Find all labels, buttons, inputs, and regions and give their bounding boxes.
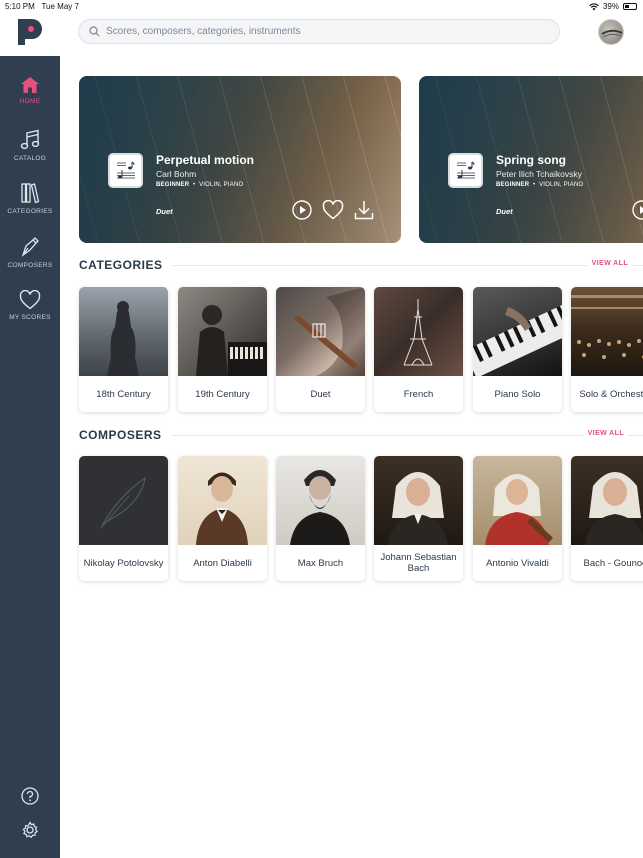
books-icon bbox=[21, 183, 40, 204]
category-image bbox=[178, 287, 267, 376]
score-composer: Peter Ilich Tchaikovsky bbox=[496, 169, 582, 179]
composer-portrait bbox=[473, 456, 562, 545]
category-name: Duet bbox=[310, 388, 331, 400]
battery-percent: 39% bbox=[602, 2, 619, 11]
heart-icon[interactable] bbox=[322, 200, 344, 220]
sidebar-item-categories[interactable]: CATEGORIES bbox=[0, 182, 60, 215]
play-icon[interactable] bbox=[632, 200, 643, 220]
score-thumbnail bbox=[108, 153, 143, 188]
sidebar-item-label: MY SCORES bbox=[9, 314, 51, 321]
composer-card[interactable]: Bach - Gounod bbox=[571, 456, 643, 581]
category-card[interactable]: Solo & Orchestra bbox=[571, 287, 643, 412]
composers-heading: COMPOSERS bbox=[79, 428, 172, 442]
category-card[interactable]: French bbox=[374, 287, 463, 412]
play-icon[interactable] bbox=[292, 200, 312, 220]
sidebar-item-home[interactable]: HOME bbox=[0, 76, 60, 105]
music-note-icon bbox=[20, 129, 40, 150]
composer-placeholder-image bbox=[79, 456, 168, 545]
category-card[interactable]: 19th Century bbox=[178, 287, 267, 412]
category-image bbox=[571, 287, 643, 376]
user-avatar[interactable] bbox=[598, 19, 624, 45]
composer-name: Johann Sebastian Bach bbox=[380, 552, 457, 574]
status-time: 5:10 PM Tue May 7 bbox=[5, 2, 79, 11]
score-composer: Carl Bohm bbox=[156, 169, 197, 179]
sidebar-item-composers[interactable]: COMPOSERS bbox=[0, 236, 60, 269]
score-tag: Duet bbox=[156, 207, 173, 216]
score-meta: BEGINNER • VIOLIN, PIANO bbox=[496, 182, 584, 188]
sidebar-item-label: CATALOG bbox=[13, 155, 47, 162]
search-icon bbox=[89, 26, 100, 37]
composer-name: Antonio Vivaldi bbox=[486, 557, 549, 569]
search-input[interactable]: Scores, composers, categories, instrumen… bbox=[78, 19, 560, 44]
category-image bbox=[276, 287, 365, 376]
battery-icon bbox=[623, 3, 637, 10]
categories-heading: CATEGORIES bbox=[79, 258, 173, 272]
sheet-music-icon bbox=[456, 161, 475, 178]
category-name: Solo & Orchestra bbox=[579, 388, 643, 400]
composer-card[interactable]: Johann Sebastian Bach bbox=[374, 456, 463, 581]
avatar-image bbox=[601, 29, 623, 38]
main-content: Perpetual motion Carl Bohm BEGINNER • VI… bbox=[60, 56, 643, 858]
score-title: Perpetual motion bbox=[156, 153, 255, 167]
help-button[interactable] bbox=[0, 787, 60, 805]
status-bar: 5:10 PM Tue May 7 39% bbox=[0, 0, 643, 14]
sidebar-item-my-scores[interactable]: MY SCORES bbox=[0, 290, 60, 321]
hero-actions bbox=[632, 200, 643, 220]
category-image bbox=[79, 287, 168, 376]
composer-name: Nikolay Potolovsky bbox=[83, 557, 164, 569]
pen-nib-icon bbox=[21, 237, 39, 257]
status-right: 39% bbox=[589, 2, 637, 11]
settings-icon bbox=[22, 821, 39, 839]
category-card[interactable]: 18th Century bbox=[79, 287, 168, 412]
composer-card[interactable]: Anton Diabelli bbox=[178, 456, 267, 581]
composer-name: Max Bruch bbox=[297, 557, 344, 569]
hero-actions bbox=[292, 200, 374, 220]
composer-card[interactable]: Antonio Vivaldi bbox=[473, 456, 562, 581]
heart-icon bbox=[19, 290, 41, 310]
sidebar-item-label: CATEGORIES bbox=[7, 208, 53, 215]
composer-portrait bbox=[276, 456, 365, 545]
category-card[interactable]: Piano Solo bbox=[473, 287, 562, 412]
composers-section-header: COMPOSERS VIEW ALL bbox=[79, 428, 643, 442]
composer-card[interactable]: Max Bruch bbox=[276, 456, 365, 581]
score-meta: BEGINNER • VIOLIN, PIANO bbox=[156, 182, 244, 188]
score-thumbnail bbox=[448, 153, 483, 188]
category-card[interactable]: Duet bbox=[276, 287, 365, 412]
sheet-music-icon bbox=[116, 161, 135, 178]
category-image bbox=[374, 287, 463, 376]
sidebar-item-catalog[interactable]: CATALOG bbox=[0, 129, 60, 162]
home-icon bbox=[21, 77, 39, 93]
category-name: 19th Century bbox=[195, 388, 250, 400]
top-header: Scores, composers, categories, instrumen… bbox=[0, 14, 643, 56]
category-name: Piano Solo bbox=[494, 388, 541, 400]
sidebar-item-label: HOME bbox=[19, 98, 41, 105]
sidebar-nav: HOME CATALOG CATEGORIES COMPOSERS MY SCO… bbox=[0, 56, 60, 858]
featured-card[interactable]: Perpetual motion Carl Bohm BEGINNER • VI… bbox=[79, 76, 401, 243]
wifi-icon bbox=[589, 2, 599, 11]
composer-portrait bbox=[571, 456, 643, 545]
app-logo-icon[interactable] bbox=[18, 19, 42, 45]
search-placeholder: Scores, composers, categories, instrumen… bbox=[106, 26, 301, 37]
category-name: French bbox=[403, 388, 434, 400]
category-image bbox=[473, 287, 562, 378]
featured-card[interactable]: Spring song Peter Ilich Tchaikovsky BEGI… bbox=[419, 76, 643, 243]
composer-portrait bbox=[178, 456, 267, 545]
composer-portrait bbox=[374, 456, 463, 545]
composer-name: Bach - Gounod bbox=[583, 557, 643, 569]
composer-name: Anton Diabelli bbox=[193, 557, 252, 569]
categories-view-all-link[interactable]: VIEW ALL bbox=[587, 260, 632, 267]
quill-icon bbox=[100, 476, 146, 529]
settings-button[interactable] bbox=[0, 821, 60, 839]
score-title: Spring song bbox=[496, 153, 566, 167]
download-icon[interactable] bbox=[354, 200, 374, 220]
score-tag: Duet bbox=[496, 207, 513, 216]
sidebar-item-label: COMPOSERS bbox=[7, 262, 53, 269]
category-name: 18th Century bbox=[96, 388, 151, 400]
composer-card[interactable]: Nikolay Potolovsky bbox=[79, 456, 168, 581]
help-icon bbox=[21, 787, 39, 805]
categories-section-header: CATEGORIES VIEW ALL bbox=[79, 258, 643, 272]
composers-view-all-link[interactable]: VIEW ALL bbox=[583, 430, 628, 437]
